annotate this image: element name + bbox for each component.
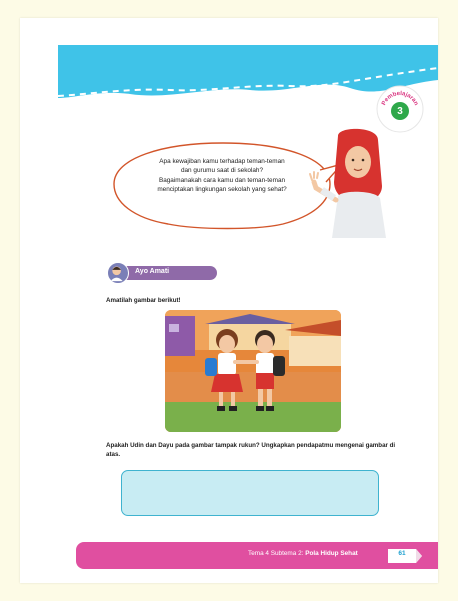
speech-line: Bagaimanakah cara kamu dan teman-teman [158,176,286,184]
speech-text: Apa kewajiban kamu terhadap teman-teman … [132,158,312,196]
book-page: Pembelajaran 3 Apa kewajiban kamu terhad… [20,18,438,583]
question-text: Apakah Udin dan Dayu pada gambar tampak … [106,442,396,458]
footer-theme-prefix: Tema 4 Subtema 2: [248,550,306,557]
footer-theme: Tema 4 Subtema 2: Pola Hidup Sehat [248,550,358,557]
students-walking-illustration [165,310,341,432]
speech-line: menciptakan lingkungan sekolah yang seha… [157,186,287,194]
footer-theme-title: Pola Hidup Sehat [305,550,358,557]
girl-hijab-illustration [309,128,386,238]
speech-line: dan gurumu saat di sekolah? [180,167,264,175]
ayo-amati-text: Ayo Amati [135,268,170,275]
page-number: 61 [398,550,406,557]
answer-box[interactable] [121,470,379,516]
boy-avatar-icon [107,262,129,284]
badge-number: 3 [397,106,403,117]
speech-line: Apa kewajiban kamu terhadap teman-teman [159,158,285,165]
ayo-amati-label: Ayo Amati [107,262,219,284]
instruction-text: Amatilah gambar berikut! [106,297,181,304]
